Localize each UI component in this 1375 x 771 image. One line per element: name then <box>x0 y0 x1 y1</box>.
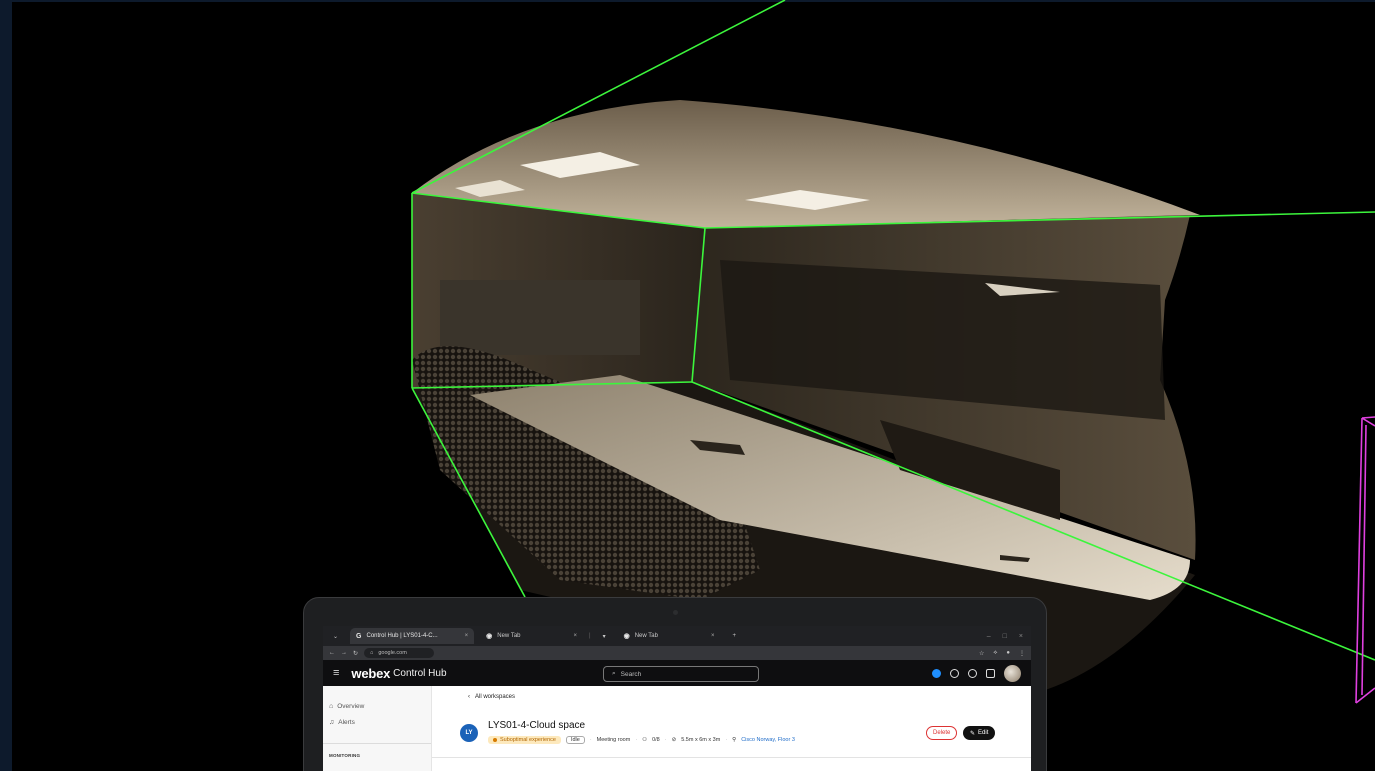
hamburger-menu-icon[interactable]: ≡ <box>333 667 339 679</box>
profile-icon[interactable]: ● <box>1006 650 1010 657</box>
maximize-icon[interactable]: □ <box>1003 633 1007 640</box>
meta-separator: · <box>664 737 667 743</box>
content-divider <box>432 757 1031 758</box>
back-to-workspaces-link[interactable]: ‹ All workspaces <box>468 694 515 700</box>
notifications-icon[interactable] <box>950 668 959 678</box>
browser-tab-new-1[interactable]: ◉ New Tab × <box>480 628 583 644</box>
sidebar-divider <box>323 743 431 744</box>
location-pin-icon: ⚲ <box>732 737 737 743</box>
state-badge: Idle <box>565 736 585 744</box>
minimize-icon[interactable]: – <box>987 633 991 640</box>
header-icons <box>932 664 1021 682</box>
bell-icon: ♫ <box>329 718 335 726</box>
pencil-icon: ✎ <box>970 730 976 737</box>
workspace-title: LYS01-4-Cloud space <box>488 720 586 731</box>
lock-icon: ⌂ <box>370 650 374 656</box>
forward-arrow-icon[interactable]: → <box>341 650 347 656</box>
wall-whiteboard <box>440 280 640 355</box>
laptop-screen: ⌄ G Control Hub | LYS01-4-C... × ◉ New T… <box>323 626 1031 771</box>
brand-subtitle: Control Hub <box>393 667 447 679</box>
sidebar-section-monitoring: MONITORING <box>329 753 361 758</box>
google-g-icon: G <box>356 632 362 640</box>
browser-tab-new-2[interactable]: ◉ New Tab × <box>618 628 721 644</box>
close-tab-icon[interactable]: × <box>465 633 469 639</box>
edit-button[interactable]: ✎ Edit <box>963 726 996 740</box>
bookmark-star-icon[interactable]: ☆ <box>979 650 984 657</box>
workspace-type: Meeting room <box>596 737 631 743</box>
browser-tab-control-hub[interactable]: G Control Hub | LYS01-4-C... × <box>350 628 475 644</box>
webex-app-icon[interactable] <box>932 668 941 678</box>
url-field[interactable]: ⌂ google.com <box>364 648 435 658</box>
workspace-dimensions: 5.5m x 6m x 3m <box>681 737 721 743</box>
laptop-frame: ⌄ G Control Hub | LYS01-4-C... × ◉ New T… <box>303 597 1047 771</box>
sidebar-item-alerts[interactable]: ♫ Alerts <box>323 714 431 730</box>
google-g-icon: ◉ <box>623 633 630 640</box>
sidebar-item-overview[interactable]: ⌂ Overview <box>323 698 431 714</box>
back-arrow-icon[interactable]: ← <box>329 650 335 656</box>
delete-button[interactable]: Delete <box>926 726 958 740</box>
new-tab-plus-icon[interactable]: + <box>726 628 742 644</box>
secondary-bounding-box <box>1355 416 1375 704</box>
meta-separator: · <box>589 737 592 743</box>
tab-group-chevron-icon[interactable]: ▾ <box>597 628 612 644</box>
close-window-icon[interactable]: × <box>1019 633 1023 640</box>
address-actions: ☆ ⟡ ● ⋮ <box>979 650 1025 657</box>
extensions-icon[interactable]: ⟡ <box>993 650 997 657</box>
meta-separator: · <box>725 737 728 743</box>
google-g-icon: ◉ <box>486 633 493 640</box>
user-avatar[interactable] <box>1004 664 1021 682</box>
webcam <box>673 610 678 615</box>
workspace-meta: Suboptimal experience Idle · Meeting roo… <box>488 736 795 744</box>
workspace-location-link[interactable]: Cisco Norway, Floor 3 <box>741 737 795 743</box>
address-bar: ← → ↻ ⌂ google.com ☆ ⟡ ● ⋮ <box>323 646 1031 660</box>
app-body: ⌂ Overview ♫ Alerts MONITORING ‹ All wor… <box>323 686 1031 771</box>
search-icon: ⌕ <box>612 670 616 677</box>
close-tab-icon[interactable]: × <box>574 633 578 639</box>
chevron-left-icon: ‹ <box>468 694 470 700</box>
search-input[interactable]: ⌕ Search <box>603 666 759 682</box>
sidebar: ⌂ Overview ♫ Alerts MONITORING <box>323 686 432 771</box>
workspace-avatar: LY <box>460 724 478 742</box>
ruler-icon: ⊘ <box>671 737 677 743</box>
workspace-main: ‹ All workspaces LY LYS01-4-Cloud space … <box>432 686 1031 771</box>
brand-logo: webex <box>351 665 391 681</box>
meta-separator: · <box>635 737 638 743</box>
tab-menu-icon[interactable]: ⌄ <box>327 628 344 644</box>
people-icon: ⚇ <box>642 737 648 743</box>
status-badge: Suboptimal experience <box>488 736 561 744</box>
home-icon: ⌂ <box>329 702 334 710</box>
warning-dot-icon <box>493 738 497 742</box>
reload-icon[interactable]: ↻ <box>353 650 358 657</box>
workspace-capacity: 0/8 <box>652 737 660 743</box>
tab-divider: | <box>589 633 591 639</box>
browser-tabbar: ⌄ G Control Hub | LYS01-4-C... × ◉ New T… <box>323 626 1031 646</box>
help-icon[interactable] <box>968 668 977 678</box>
feedback-icon[interactable] <box>986 668 995 678</box>
window-controls: – □ × <box>987 633 1031 640</box>
scene-background: ⌄ G Control Hub | LYS01-4-C... × ◉ New T… <box>0 0 1375 771</box>
more-menu-icon[interactable]: ⋮ <box>1019 650 1025 657</box>
close-tab-icon[interactable]: × <box>711 633 715 639</box>
